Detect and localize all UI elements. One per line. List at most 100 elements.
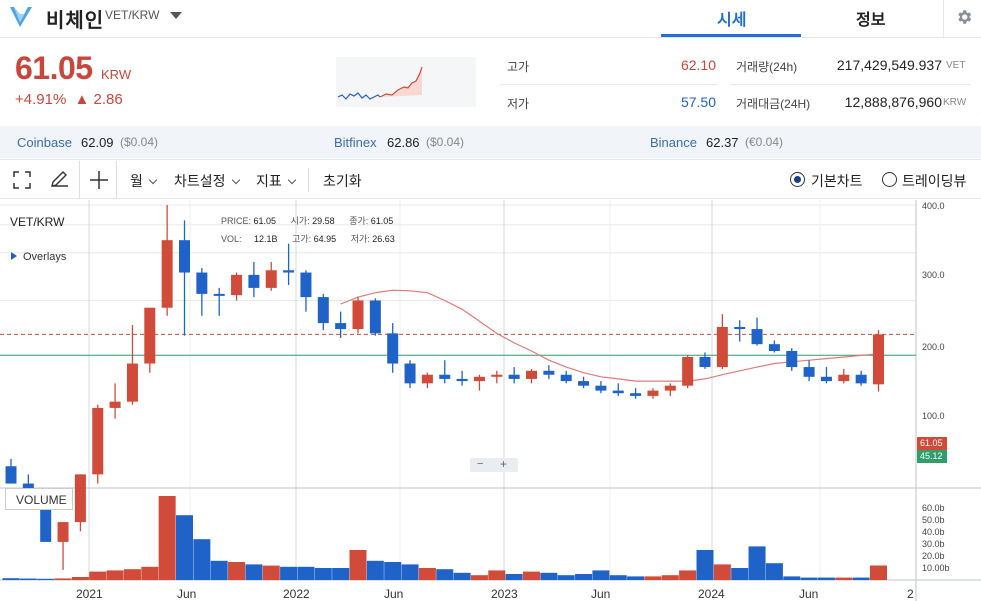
x-tick-2021: 2021 bbox=[76, 587, 103, 601]
y-tick-300: 300.0 bbox=[922, 270, 945, 280]
volume-bar bbox=[228, 562, 246, 580]
period-dropdown[interactable]: 월 bbox=[130, 171, 158, 191]
chart-grid bbox=[0, 200, 981, 601]
x-tick-jun-2022: Jun bbox=[384, 587, 404, 601]
crosshair-icon bbox=[90, 171, 108, 189]
zoom-in-icon[interactable]: + bbox=[500, 457, 507, 471]
exchange-name-bitfinex[interactable]: Bitfinex bbox=[334, 135, 377, 150]
pair-dropdown-chevron-icon[interactable] bbox=[170, 12, 182, 19]
tradingview-label[interactable]: 트레이딩뷰 bbox=[902, 171, 966, 191]
volume-bar bbox=[123, 569, 141, 580]
overlays-toggle[interactable]: Overlays bbox=[11, 251, 66, 263]
candle-body bbox=[612, 390, 624, 394]
volume-bar bbox=[592, 570, 610, 580]
x-tick-jun-2024: Jun bbox=[799, 587, 819, 601]
volume-bar bbox=[176, 515, 193, 580]
tradingview-radio[interactable] bbox=[882, 172, 897, 187]
change-absolute: ▲ 2.86 bbox=[74, 91, 123, 108]
candle-body bbox=[387, 333, 399, 364]
turnover-value: 12,888,876,960 bbox=[844, 94, 942, 110]
play-triangle-icon bbox=[11, 252, 17, 260]
ohlc-open: 29.58 bbox=[312, 216, 335, 226]
vol-tick-30: 30.0b bbox=[922, 539, 945, 549]
volume-bar bbox=[210, 560, 228, 580]
pair-label: VET/KRW bbox=[105, 8, 160, 22]
candle-body bbox=[74, 474, 86, 523]
chevron-down-icon bbox=[148, 175, 158, 185]
ohlc-open-label: 시가: bbox=[290, 216, 310, 226]
indicators-label: 지표 bbox=[256, 173, 282, 189]
candle-body bbox=[699, 356, 711, 368]
zoom-out-icon[interactable]: − bbox=[477, 458, 483, 470]
ohlc-low: 26.63 bbox=[372, 234, 395, 244]
chart-settings-dropdown[interactable]: 차트설정 bbox=[174, 171, 240, 191]
volume-bar bbox=[488, 570, 506, 580]
x-tick-2025: 2 bbox=[907, 587, 914, 601]
price-unit: KRW bbox=[101, 67, 132, 82]
vol-tick-60: 60.0b bbox=[922, 503, 945, 513]
candle-body bbox=[126, 363, 138, 402]
current-price: 61.05 bbox=[15, 50, 93, 86]
price-chart[interactable] bbox=[0, 200, 981, 601]
candle-body bbox=[161, 240, 173, 308]
candle-body bbox=[768, 344, 780, 351]
volume-bar bbox=[71, 577, 89, 580]
ma-value-tag: 45.12 bbox=[917, 450, 947, 463]
candle-body bbox=[543, 370, 555, 375]
candle-body bbox=[404, 363, 416, 384]
zoom-controls[interactable]: − + bbox=[470, 457, 518, 472]
tab-info[interactable]: 정보 bbox=[856, 6, 885, 30]
volume-unit: VET bbox=[946, 60, 966, 71]
ohlc-row-1: PRICE: 61.05 시가: 29.58 종가: 61.05 bbox=[221, 214, 393, 227]
ohlc-high-label: 고가: bbox=[292, 234, 312, 244]
volume-bar bbox=[158, 496, 176, 580]
draw-pencil-icon[interactable] bbox=[49, 169, 69, 189]
candle-body bbox=[751, 329, 763, 345]
basic-chart-radio[interactable] bbox=[790, 172, 805, 187]
volume-bar bbox=[661, 575, 679, 580]
high-value: 62.10 bbox=[680, 57, 716, 73]
candle-body bbox=[716, 327, 728, 368]
candle-body bbox=[439, 374, 451, 379]
reset-button[interactable]: 초기화 bbox=[323, 171, 362, 191]
volume-bar bbox=[332, 568, 350, 580]
exchange-name-coinbase[interactable]: Coinbase bbox=[17, 135, 72, 150]
volume-bar bbox=[297, 566, 315, 580]
app-root: 비체인 VET/KRW 시세 정보 61.05 KRW +4.91% ▲ 2.8… bbox=[0, 0, 981, 601]
candle-body bbox=[5, 466, 17, 484]
last-price-tag: 61.05 bbox=[917, 437, 947, 450]
volume-bar bbox=[523, 571, 540, 580]
candle-body bbox=[109, 401, 121, 408]
settings-button[interactable] bbox=[943, 0, 981, 37]
candle-body bbox=[317, 297, 329, 324]
candle-body bbox=[196, 272, 208, 294]
vol-tick-10: 10.00b bbox=[922, 563, 950, 573]
candle-body bbox=[92, 407, 104, 475]
candle-body bbox=[838, 374, 850, 382]
tab-price[interactable]: 시세 bbox=[717, 6, 746, 30]
overlays-label: Overlays bbox=[23, 251, 67, 263]
volume-bar bbox=[314, 568, 332, 580]
fullscreen-icon[interactable] bbox=[13, 171, 31, 189]
x-tick-2022: 2022 bbox=[283, 587, 310, 601]
volume-bar bbox=[37, 578, 55, 580]
volume-bar bbox=[557, 575, 575, 580]
volume-panel-label: VOLUME bbox=[5, 488, 73, 510]
chevron-down-icon bbox=[231, 175, 240, 185]
exchange-sub-coinbase: ($0.04) bbox=[120, 135, 159, 149]
turnover-unit: KRW bbox=[943, 97, 967, 108]
top-header: 비체인 VET/KRW 시세 정보 bbox=[0, 0, 981, 38]
exchange-sub-bitfinex: ($0.04) bbox=[426, 135, 465, 149]
volume-bar bbox=[384, 562, 402, 580]
crosshair-button[interactable] bbox=[79, 161, 117, 198]
volume-bar bbox=[401, 564, 419, 580]
candle-body bbox=[283, 270, 295, 273]
volume-bar bbox=[366, 560, 384, 580]
basic-chart-label[interactable]: 기본차트 bbox=[811, 171, 863, 191]
candle-body bbox=[473, 376, 485, 382]
candle-body bbox=[820, 376, 832, 382]
candle-body bbox=[300, 272, 312, 298]
y-tick-100: 100.0 bbox=[922, 411, 945, 421]
indicators-dropdown[interactable]: 지표 bbox=[256, 171, 297, 191]
exchange-name-binance[interactable]: Binance bbox=[650, 135, 697, 150]
